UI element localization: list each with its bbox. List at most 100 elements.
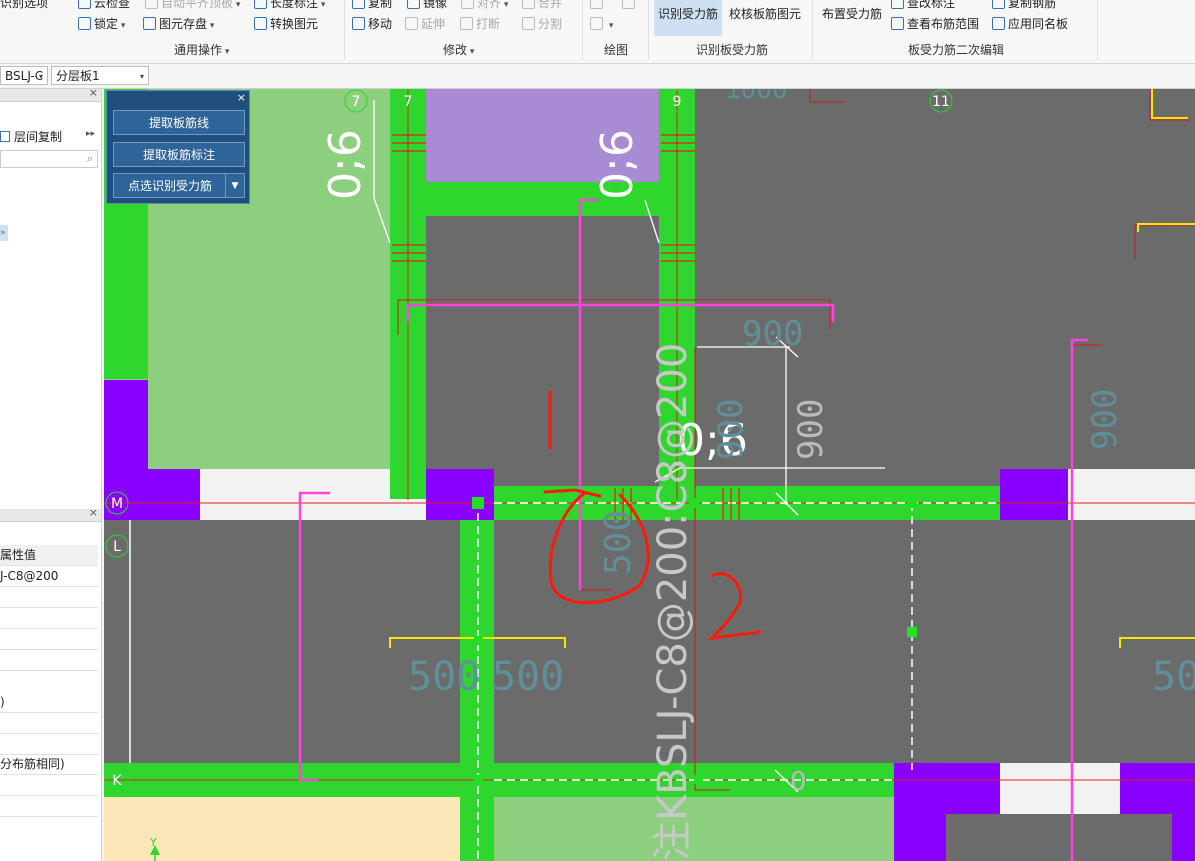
rebar-bracket[interactable] bbox=[1151, 89, 1188, 119]
axis-label: 7 bbox=[352, 94, 361, 110]
drawing-canvas[interactable]: 7 7 9 11 M L K 0;6 0;6 0;6 900 900 900 9… bbox=[104, 89, 1195, 861]
column[interactable] bbox=[426, 469, 494, 520]
align-button[interactable]: 对齐 bbox=[461, 0, 508, 12]
draw-rect-button[interactable] bbox=[622, 0, 638, 12]
check-rebar-button[interactable]: 校核板筋图元 bbox=[729, 5, 801, 23]
view-range-button[interactable]: 查看布筋范围 bbox=[891, 15, 979, 33]
recognize-options-label: 识别选项 bbox=[0, 0, 49, 10]
group-modify[interactable]: 修改 bbox=[443, 42, 474, 58]
axis-label: L bbox=[113, 539, 121, 555]
element-save-button[interactable]: 图元存盘 bbox=[143, 15, 214, 33]
element-save-label: 图元存盘 bbox=[159, 17, 208, 31]
merge-button[interactable]: 合并 bbox=[522, 0, 562, 12]
chevron-down-icon: ▾ bbox=[38, 72, 43, 81]
prop-value-row[interactable]: ) bbox=[0, 692, 98, 713]
properties-panel: × 属性值 J-C8@200 ) 分布筋相同) bbox=[0, 506, 102, 861]
prop-value-row[interactable] bbox=[0, 713, 98, 734]
mirror-button[interactable]: 镜像 bbox=[407, 0, 447, 12]
rebar-bracket[interactable] bbox=[1119, 637, 1195, 648]
range-icon bbox=[891, 17, 904, 30]
extend-label: 延伸 bbox=[421, 17, 446, 31]
expand-icon[interactable]: » bbox=[0, 225, 8, 241]
merge-icon bbox=[522, 0, 535, 9]
dimension-text: 900 bbox=[742, 314, 803, 354]
column[interactable] bbox=[148, 469, 200, 520]
convert-element-button[interactable]: 转换图元 bbox=[254, 15, 318, 33]
ribbon-separator bbox=[812, 0, 813, 60]
slab-gray bbox=[946, 814, 1172, 861]
point-recognize-rebar-button[interactable]: 点选识别受力筋 ▼ bbox=[113, 173, 245, 198]
split-button[interactable]: 分割 bbox=[522, 15, 562, 33]
length-dimension-button[interactable]: 长度标注 bbox=[254, 0, 325, 12]
close-icon[interactable]: × bbox=[89, 506, 98, 519]
auto-flush-top-button[interactable]: 自动平齐顶板 bbox=[145, 0, 240, 12]
prop-value-row[interactable] bbox=[0, 734, 98, 755]
dimension-text: 900 bbox=[1085, 389, 1125, 450]
grip-point[interactable] bbox=[907, 627, 917, 637]
prop-value-row[interactable] bbox=[0, 629, 98, 650]
layer-selector[interactable]: 分层板1 ▾ bbox=[51, 66, 149, 85]
align-icon bbox=[461, 0, 474, 9]
move-button[interactable]: 移动 bbox=[352, 15, 392, 33]
cloud-check-button[interactable]: 云检查 bbox=[78, 0, 130, 12]
rebar-label[interactable]: 注KBSLJ-C8@200:C8@200 bbox=[650, 343, 696, 861]
prop-value-row[interactable]: J-C8@200 bbox=[0, 566, 98, 587]
lock-button[interactable]: 锁定 bbox=[78, 15, 125, 33]
search-input[interactable]: ⌕ bbox=[0, 150, 98, 168]
copy-rebar-button[interactable]: 复制钢筋 bbox=[992, 0, 1056, 12]
recognize-rebar-panel: × 提取板筋线 提取板筋标注 点选识别受力筋 ▼ bbox=[106, 90, 250, 204]
query-icon bbox=[891, 0, 904, 9]
more-icon[interactable]: ▸▸ bbox=[86, 129, 95, 139]
grip-point[interactable] bbox=[907, 498, 917, 508]
grip-point[interactable] bbox=[474, 775, 483, 784]
place-rebar-button[interactable]: 布置受力筋 bbox=[822, 5, 882, 23]
cad-drawing[interactable]: 7 7 9 11 M L K 0;6 0;6 0;6 900 900 900 9… bbox=[104, 89, 1195, 861]
recognize-options-button[interactable]: 识别选项 bbox=[0, 0, 48, 12]
prop-value-row[interactable] bbox=[0, 775, 98, 796]
grip-point[interactable] bbox=[474, 636, 483, 645]
lock-label: 锁定 bbox=[94, 17, 119, 31]
ribbon-separator bbox=[1097, 0, 1098, 60]
rectangle-icon bbox=[622, 0, 635, 9]
extend-button[interactable]: 延伸 bbox=[405, 15, 445, 33]
props-header: 属性值 bbox=[0, 545, 98, 566]
slab-thickness-label[interactable]: 0;6 bbox=[320, 129, 371, 200]
prop-value-row[interactable] bbox=[0, 796, 98, 817]
break-button[interactable]: 打断 bbox=[460, 15, 500, 33]
move-label: 移动 bbox=[368, 17, 393, 31]
rebar-outline bbox=[809, 89, 845, 103]
split-label: 分割 bbox=[538, 17, 563, 31]
prop-value-row[interactable] bbox=[0, 650, 98, 671]
flush-top-icon bbox=[145, 0, 158, 9]
column[interactable] bbox=[1000, 469, 1068, 520]
group-draw: 绘图 bbox=[604, 43, 629, 57]
close-icon[interactable]: × bbox=[237, 91, 246, 104]
component-selector-value: BSLJ-C bbox=[5, 69, 44, 83]
rebar-line[interactable] bbox=[298, 491, 330, 782]
copy-icon bbox=[352, 0, 365, 9]
extract-rebar-labels-button[interactable]: 提取板筋标注 bbox=[113, 142, 245, 167]
annotation-mark-2 bbox=[707, 572, 762, 641]
component-selector[interactable]: BSLJ-C ▾ bbox=[0, 66, 48, 85]
draw-arc-button[interactable] bbox=[590, 15, 613, 33]
length-dimension-label: 长度标注 bbox=[270, 0, 319, 10]
group-general-ops[interactable]: 通用操作 bbox=[174, 42, 229, 58]
group-rebar-edit: 板受力筋二次编辑 bbox=[908, 43, 1005, 57]
merge-label: 合并 bbox=[538, 0, 563, 10]
prop-value-row[interactable] bbox=[0, 608, 98, 629]
chevron-down-icon[interactable]: ▼ bbox=[225, 174, 244, 197]
apply-same-slab-button[interactable]: 应用同名板 bbox=[992, 15, 1068, 33]
grip-point[interactable] bbox=[472, 497, 484, 509]
prop-value-row[interactable]: 分布筋相同) bbox=[0, 754, 98, 775]
close-icon[interactable]: × bbox=[89, 86, 98, 99]
prop-value-row[interactable] bbox=[0, 587, 98, 608]
slab-thickness-label[interactable]: 0;6 bbox=[592, 129, 643, 200]
query-annotation-button[interactable]: 查改标注 bbox=[891, 0, 955, 12]
axis-label: 7 bbox=[404, 94, 413, 110]
copy-button[interactable]: 复制 bbox=[352, 0, 392, 12]
recognize-rebar-button[interactable]: 识别受力筋 bbox=[658, 5, 718, 23]
axis-label: 11 bbox=[932, 94, 950, 110]
extract-rebar-lines-button[interactable]: 提取板筋线 bbox=[113, 110, 245, 135]
draw-line-button[interactable] bbox=[590, 0, 606, 12]
floor-copy-button[interactable]: 层间复制 bbox=[0, 127, 62, 147]
